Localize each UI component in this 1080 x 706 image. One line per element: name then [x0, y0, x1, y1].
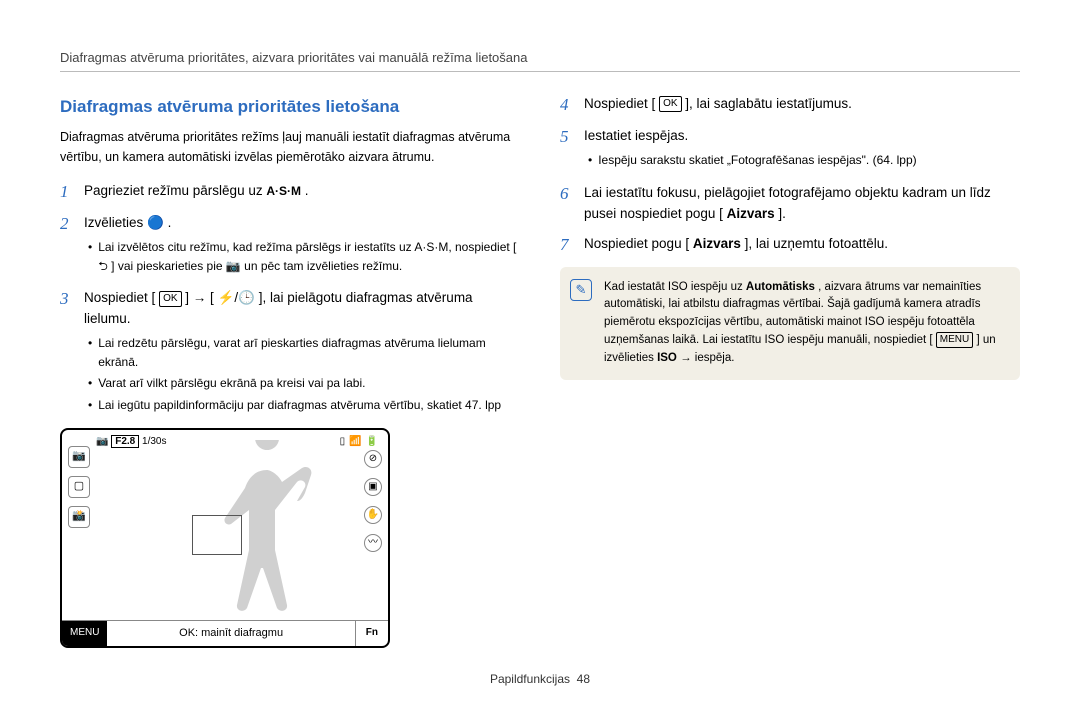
footer-page: 48: [577, 672, 590, 686]
lcd-drive-icon: ▢: [68, 476, 90, 498]
menu-button-icon: MENU: [936, 332, 973, 348]
note-after: → iespēja.: [680, 352, 734, 364]
footer-label: Papildfunkcijas: [490, 672, 570, 686]
bars-icon: 📶: [349, 434, 361, 450]
intro-text: Diafragmas atvēruma prioritātes režīms ļ…: [60, 128, 520, 167]
step1-text: Pagrieziet režīmu pārslēgu uz: [84, 183, 266, 198]
step-7: 7 Nospiediet pogu [ Aizvars ], lai uzņem…: [560, 234, 1020, 256]
ok-button-icon: OK: [659, 96, 681, 112]
step-number: 6: [560, 183, 574, 225]
step-number: 7: [560, 234, 574, 256]
step4-after: ], lai saglabātu iestatījumus.: [685, 96, 852, 111]
step-2: 2 Izvēlieties 🔵 . Lai izvēlētos citu rež…: [60, 213, 520, 278]
lcd-mode-icon: 📷: [68, 446, 90, 468]
step7-bold: Aizvars: [693, 236, 741, 251]
ok-button-icon: OK: [159, 291, 181, 307]
step2-text-after: .: [168, 215, 172, 230]
lcd-wb-icon: 〰: [364, 534, 382, 552]
step5-bullet: Iespēju sarakstu skatiet „Fotografēšanas…: [598, 151, 916, 170]
step-3: 3 Nospiediet [ OK ] → [ ⚡/🕒 ], lai pielā…: [60, 288, 520, 417]
step4-text: Nospiediet [: [584, 96, 655, 111]
focus-frame-icon: [192, 515, 242, 555]
step2-text: Izvēlieties: [84, 215, 147, 230]
step3-bullet: Lai iegūtu papildinformāciju par diafrag…: [98, 396, 501, 415]
breadcrumb: Diafragmas atvēruma prioritātes, aizvara…: [60, 50, 1020, 72]
flash-timer-icon: ⚡/🕒: [218, 288, 255, 309]
lcd-status-icons: ▯ 📶 🔋: [340, 434, 378, 450]
step-1: 1 Pagrieziet režīmu pārslēgu uz A·S·M .: [60, 181, 520, 203]
step-number: 4: [560, 94, 574, 116]
left-column: Diafragmas atvēruma prioritātes lietošan…: [60, 94, 520, 648]
lcd-fvalue: F2.8: [111, 435, 139, 448]
battery-icon: 🔋: [366, 434, 378, 450]
aperture-indicator-icon: 📷: [96, 436, 108, 447]
note-text: Kad iestatāt ISO iespēju uz: [604, 281, 746, 293]
note-bold1: Automātisks: [746, 281, 815, 293]
step5-text: Iestatiet iespējas.: [584, 128, 688, 143]
step6-text: Lai iestatītu fokusu, pielāgojiet fotogr…: [584, 185, 991, 221]
lcd-fn-button: Fn: [355, 621, 388, 646]
step3-bullet: Varat arī vilkt pārslēgu ekrānā pa kreis…: [98, 374, 365, 393]
step-number: 5: [560, 126, 574, 173]
step3-bullet: Lai redzētu pārslēgu, varat arī pieskart…: [98, 334, 520, 371]
mode-dial-icon: A·S·M: [266, 182, 301, 201]
lcd-flash-off-icon: ⊘: [364, 450, 382, 468]
step2-bullet: Lai izvēlētos citu režīmu, kad režīma pā…: [98, 238, 520, 275]
lcd-shutter: 1/30s: [142, 436, 166, 447]
step-number: 1: [60, 181, 74, 203]
step3-text: Nospiediet [: [84, 290, 155, 305]
step6-bold: Aizvars: [727, 206, 775, 221]
step1-text-after: .: [305, 183, 309, 198]
step-number: 2: [60, 213, 74, 278]
info-note: ✎ Kad iestatāt ISO iespēju uz Automātisk…: [560, 267, 1020, 380]
right-column: 4 Nospiediet [ OK ], lai saglabātu iesta…: [560, 94, 1020, 648]
step-6: 6 Lai iestatītu fokusu, pielāgojiet foto…: [560, 183, 1020, 225]
step-4: 4 Nospiediet [ OK ], lai saglabātu iesta…: [560, 94, 1020, 116]
step-number: 3: [60, 288, 74, 417]
note-bold2: ISO: [657, 352, 677, 364]
step-5: 5 Iestatiet iespējas. Iespēju sarakstu s…: [560, 126, 1020, 173]
step7-text: Nospiediet pogu [: [584, 236, 689, 251]
lcd-metering-icon: ▣: [364, 478, 382, 496]
camera-lcd-preview: 📷 F2.8 1/30s ▯ 📶 🔋 📷 ▢ 📸: [60, 428, 390, 648]
page-footer: Papildfunkcijas 48: [60, 672, 1020, 686]
step7-after: ], lai uzņemtu fotoattēlu.: [745, 236, 888, 251]
memory-icon: ▯: [340, 434, 346, 450]
section-title: Diafragmas atvēruma prioritātes lietošan…: [60, 94, 520, 120]
lcd-caption: OK: mainīt diafragmu: [107, 621, 354, 646]
lcd-menu-button: MENU: [62, 621, 107, 646]
lcd-self-icon: 📸: [68, 506, 90, 528]
info-icon: ✎: [570, 279, 592, 301]
step3-mid: ] → [: [185, 290, 214, 305]
lcd-stabilizer-icon: ✋: [364, 506, 382, 524]
step6-after: ].: [778, 206, 786, 221]
aperture-mode-icon: 🔵: [147, 213, 164, 234]
